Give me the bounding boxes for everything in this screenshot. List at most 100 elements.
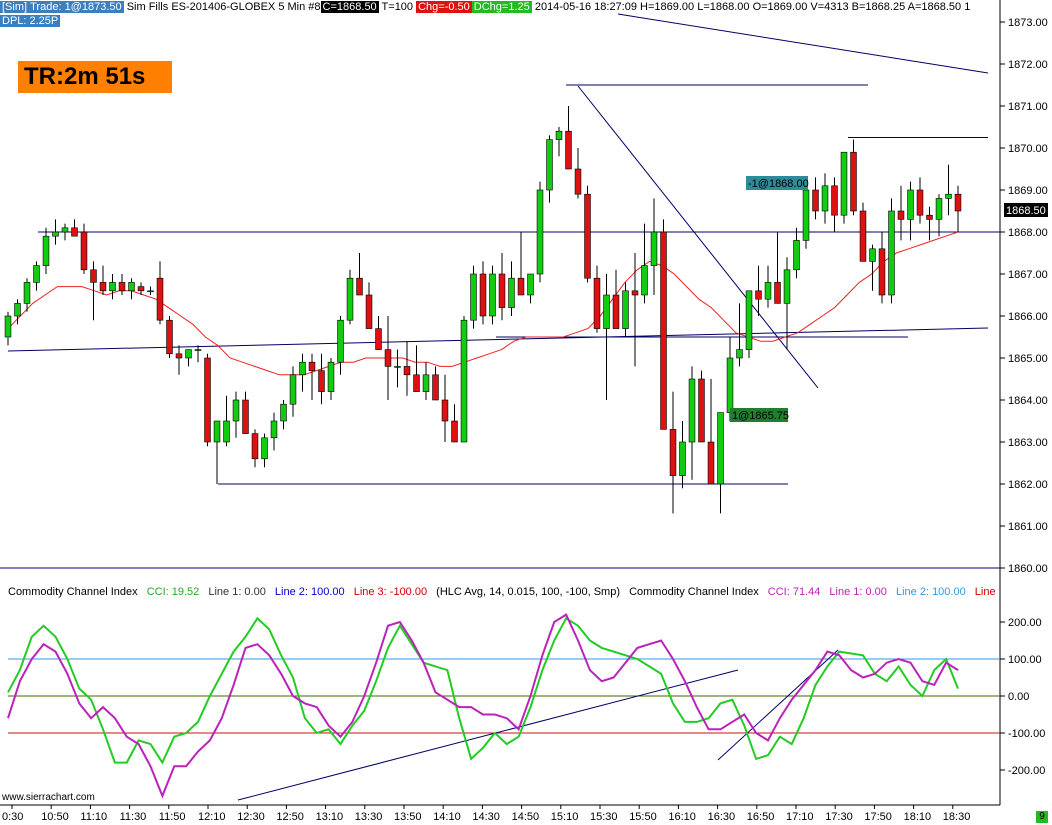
time-tick-label: 12:50 [276,811,304,823]
candle-body [935,198,943,220]
line3-value-2: Line [974,586,996,598]
chart-header: [Sim] Trade: 1@1873.50 Sim Fills ES-2014… [0,0,970,14]
candle-body [755,290,762,300]
candle-body [954,193,962,212]
candle-body [783,269,791,304]
indicator-header: Commodity Channel Index CCI: 19.52 Line … [8,585,1002,599]
candle-body [802,189,810,241]
candle-body [451,420,458,443]
candle-body [641,265,648,296]
time-tick-label: 15:50 [629,811,657,823]
trend-lines [7,13,989,801]
candle-body [299,361,306,376]
candle-body [242,399,249,434]
price-tick-label: 1871.00 [1008,101,1048,113]
time-tick-label: 14:10 [433,811,461,823]
candle-body [916,189,924,216]
price-tick-label: 1863.00 [1008,437,1048,449]
price-tick-label: 1868.00 [1008,227,1048,239]
timer-badge: TR:2m 51s [18,61,172,93]
line2-value: Line 2: 100.00 [274,586,345,598]
time-tick-label: 13:30 [355,811,383,823]
cci-tick-label: -100.00 [1008,728,1045,740]
sim-fills-label: Sim Fills [126,1,169,13]
candle-body [812,189,819,212]
line1-value: Line 1: 0.00 [208,586,266,598]
price-tick-label: 1872.00 [1008,59,1048,71]
candle-body [394,366,401,368]
candle-body [14,303,21,317]
candle-body [888,210,895,296]
candle-body [375,328,382,350]
candle-body [831,185,838,216]
candle-body [584,193,591,279]
time-tick-label: 11:30 [120,811,147,823]
candle-body [337,319,344,363]
cci-trendline-2 [717,649,839,761]
candle-body [280,403,287,422]
time-tick-label: 15:30 [590,811,618,823]
candle-body [166,319,173,355]
time-tick-label: 14:50 [512,811,540,823]
trade-label: Trade: 1@1873.50 [28,1,124,13]
candle-body [479,273,487,317]
candle-body [61,227,69,233]
cci-tick-label: 0.00 [1008,691,1029,703]
candle-body [213,420,221,443]
symbol-label: ES-201406-GLOBEX [171,1,276,13]
candle-body [356,277,363,296]
ticks-value: T=100 [381,1,414,13]
candle-body [660,231,667,430]
cci-line-green [7,616,959,765]
time-tick-label: 16:30 [708,811,736,823]
candle-body [793,240,800,271]
candle-body [707,441,715,485]
candle-body [346,277,354,321]
candle-body [470,273,477,321]
candle-body [555,130,563,140]
time-tick-label: 11:50 [159,811,186,823]
time-tick-label: 12:30 [237,811,265,823]
chart-canvas[interactable]: 1873.00 1872.00 1871.00 1870.00 1869.00 1868.… [0,0,1052,825]
candle-body [33,265,40,283]
candle-body [403,366,411,376]
daily-change-value: DChg=1.25 [471,1,532,13]
candle-body [698,378,705,443]
cci-line-magenta [7,613,959,799]
cci-trendline-1 [237,669,739,801]
candle-body [289,374,297,405]
candle-body [859,210,867,262]
sim-label: [Sim] [0,1,30,13]
candle-body [688,378,696,443]
cci-value-2: CCI: 71.44 [767,586,821,598]
cci-axis: 200.00 100.00 0.00 -100.00 -200.00 [1000,617,1045,777]
candle-body [945,193,952,199]
candle-body [175,353,183,359]
trendline-down [577,85,819,389]
time-tick-label: 0:30 [2,811,23,823]
candle-body [99,282,107,292]
price-tick-label: 1865.00 [1008,353,1048,365]
price-tick-label: 1873.00 [1008,17,1048,29]
time-tick-label: 16:10 [668,811,696,823]
candle-body [90,269,97,283]
price-tick-label: 1866.00 [1008,311,1048,323]
candle-body [745,290,753,350]
price-tick-label: 1862.00 [1008,479,1048,491]
dpl-label: DPL: 2.25P [0,15,61,27]
candle-body [204,357,211,443]
candle-body [432,374,439,401]
candle-body [4,315,12,338]
candle-body [840,151,848,216]
candle-body [536,189,544,275]
candle-body [869,248,876,262]
trendline-support [7,327,989,352]
candle-body [726,357,734,413]
candle-body [308,361,316,371]
chart-number: #8 [308,1,321,13]
website-label: www.sierrachart.com [2,792,95,803]
candle-body [489,273,496,317]
close-value: C=1868.50 [320,1,379,13]
dpl-row: DPL: 2.25P [0,14,61,28]
time-tick-label: 16:50 [747,811,775,823]
